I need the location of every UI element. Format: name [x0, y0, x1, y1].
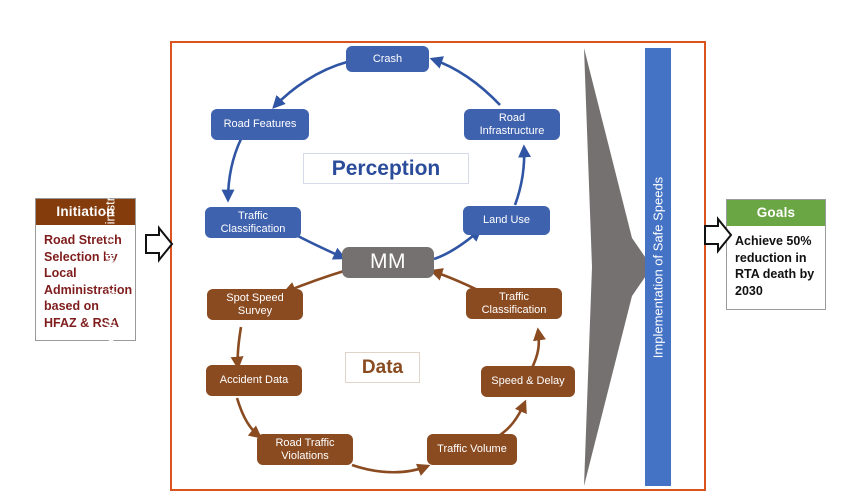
goals-panel: Goals Achieve 50% reduction in RTA death… — [726, 199, 826, 310]
diagram-canvas: Initiation Road Stretch Selection by Loc… — [0, 0, 843, 504]
goals-body: Achieve 50% reduction in RTA death by 20… — [735, 234, 815, 298]
initiation-to-frame-chevron — [145, 225, 174, 263]
data-caption: Data — [345, 352, 420, 383]
node-road-infrastructure[interactable]: Road Infrastructure — [464, 109, 560, 140]
goals-header: Goals — [727, 200, 825, 226]
node-traffic-classification-bottom[interactable]: Traffic Classification — [466, 288, 562, 319]
node-traffic-volume[interactable]: Traffic Volume — [427, 434, 517, 465]
node-road-features[interactable]: Road Features — [211, 109, 309, 140]
node-speed-and-delay[interactable]: Speed & Delay — [481, 366, 575, 397]
initiation-body: Road Stretch Selection by Local Administ… — [44, 233, 133, 330]
perception-caption: Perception — [303, 153, 469, 184]
node-accident-data[interactable]: Accident Data — [206, 365, 302, 396]
implementation-label: Implementation of Safe Speeds — [650, 176, 666, 359]
node-mm[interactable]: MM — [342, 247, 434, 278]
initiation-header: Initiation — [36, 199, 135, 225]
node-road-traffic-violations[interactable]: Road Traffic Violations — [257, 434, 353, 465]
node-crash[interactable]: Crash — [346, 46, 429, 72]
node-spot-speed-survey[interactable]: Spot Speed Survey — [207, 289, 303, 320]
node-traffic-classification-top[interactable]: Traffic Classification — [205, 207, 301, 238]
validation-arrow-shape — [584, 48, 652, 486]
initiation-panel: Initiation Road Stretch Selection by Loc… — [35, 198, 136, 341]
validation-label: Validation by Local Administration — [102, 168, 118, 363]
node-land-use[interactable]: Land Use — [463, 206, 550, 235]
